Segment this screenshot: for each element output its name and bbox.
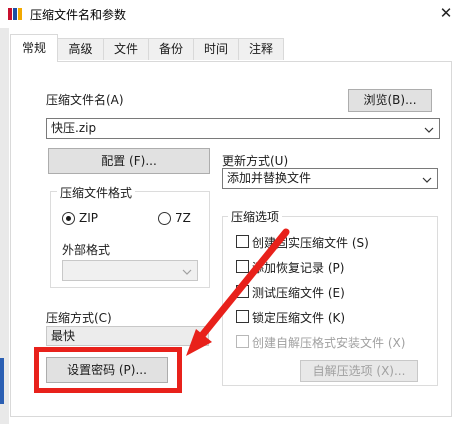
compression-method-value: 最快 (51, 329, 76, 343)
lock-archive-checkbox[interactable] (236, 310, 249, 323)
tab-general[interactable]: 常规 (10, 34, 58, 62)
left-accent-bar (0, 358, 4, 404)
chevron-down-icon (193, 330, 203, 341)
solid-archive-checkbox[interactable] (236, 235, 249, 248)
chevron-down-icon (424, 122, 434, 133)
zip-radio-label: ZIP (79, 211, 98, 225)
recovery-record-label: 添加恢复记录 (P) (252, 261, 345, 275)
app-icon (7, 6, 23, 22)
close-button[interactable]: ✕ (437, 4, 455, 22)
tab-strip: 常规 高级 文件 备份 时间 注释 (10, 34, 450, 62)
chevron-down-icon (422, 172, 432, 183)
archive-name-value: 快压.zip (51, 121, 97, 135)
sfx-archive-label: 创建自解压格式安装文件 (X) (252, 336, 406, 350)
window-title: 压缩文件名和参数 (30, 8, 127, 22)
chevron-down-icon (182, 264, 192, 275)
solid-archive-label: 创建固实压缩文件 (S) (252, 236, 369, 250)
compression-options-title: 压缩选项 (228, 208, 283, 225)
sfx-archive-checkbox (236, 335, 249, 348)
compression-method-label: 压缩方式(C) (46, 311, 112, 325)
set-password-button[interactable]: 设置密码 (P)... (46, 357, 168, 383)
tab-time[interactable]: 时间 (193, 38, 239, 60)
profiles-button[interactable]: 配置 (F)... (48, 148, 210, 174)
update-method-select[interactable]: 添加并替换文件 (222, 168, 438, 189)
test-archive-checkbox[interactable] (236, 285, 249, 298)
left-window-edge (0, 28, 9, 424)
browse-button[interactable]: 浏览(B)... (348, 89, 432, 112)
tab-backup[interactable]: 备份 (148, 38, 194, 60)
external-format-label: 外部格式 (62, 243, 111, 257)
zip-radio[interactable] (62, 212, 75, 225)
archive-format-title: 压缩文件格式 (57, 184, 136, 201)
external-format-select (62, 260, 198, 281)
recovery-record-checkbox[interactable] (236, 260, 249, 273)
archive-name-label: 压缩文件名(A) (46, 93, 124, 107)
lock-archive-label: 锁定压缩文件 (K) (252, 311, 346, 325)
compression-method-select[interactable]: 最快 (46, 326, 209, 346)
7z-radio[interactable] (158, 212, 171, 225)
update-method-label: 更新方式(U) (222, 154, 289, 168)
sfx-options-button: 自解压选项 (X)... (300, 360, 418, 382)
7z-radio-label: 7Z (175, 211, 191, 225)
update-method-value: 添加并替换文件 (227, 171, 312, 185)
tab-comment[interactable]: 注释 (238, 38, 284, 60)
tab-files[interactable]: 文件 (103, 38, 149, 60)
test-archive-label: 测试压缩文件 (E) (252, 286, 345, 300)
archive-name-combo[interactable]: 快压.zip (46, 118, 440, 139)
radio-dot (66, 216, 71, 221)
tab-advanced[interactable]: 高级 (57, 38, 104, 60)
